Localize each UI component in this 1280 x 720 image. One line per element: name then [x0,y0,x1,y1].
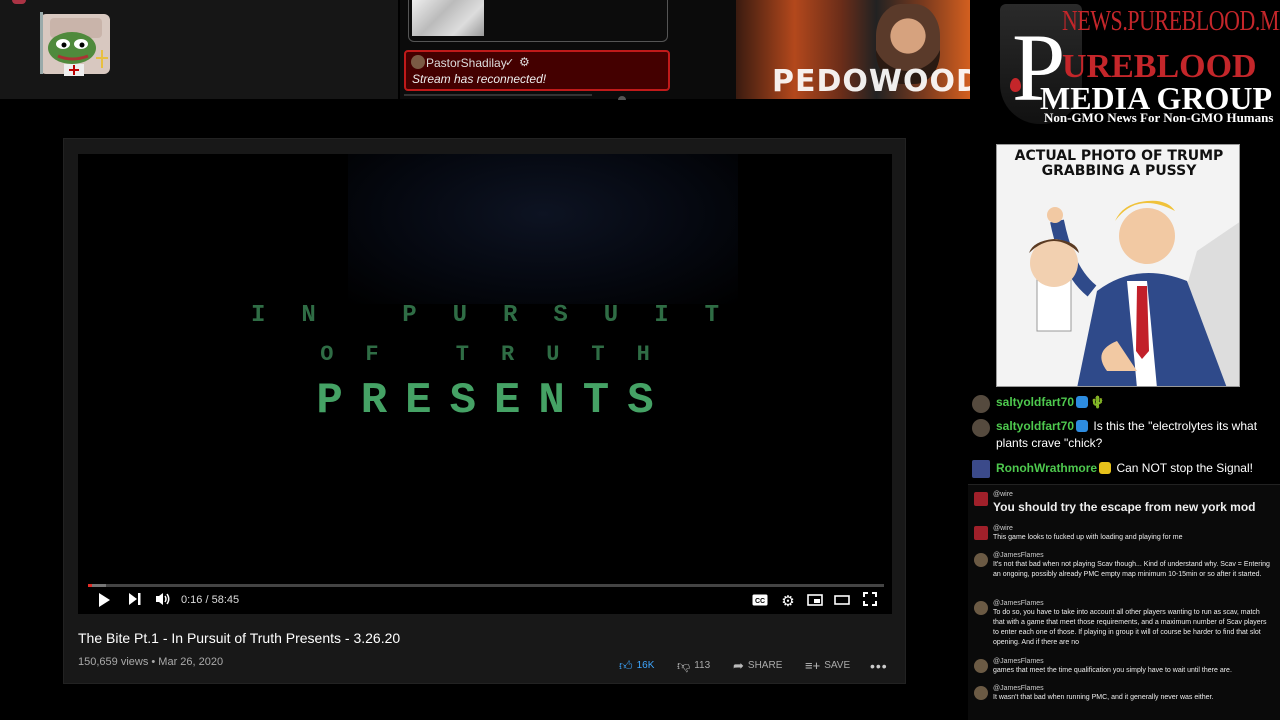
mini-chat-message: @wire You should try the escape from new… [974,490,1273,515]
emote-icon [1099,462,1112,474]
divider [404,94,592,96]
mini-chat-text: This game looks to fucked up with loadin… [993,534,1183,541]
blood-drop-icon [1010,78,1021,92]
like-button[interactable]: 👍︎ 16K [619,658,654,674]
play-button[interactable] [96,592,112,610]
video-title-card-line2: OF TRUTH [320,342,682,367]
sub-badge-icon [1076,396,1089,408]
user-avatar-icon [974,492,988,506]
thumbs-up-icon: 👍︎ [619,658,633,673]
like-count: 16K [636,660,655,671]
settings-button[interactable]: ⚙ [779,592,797,610]
mini-chat-username: @JamesFlames [993,685,1044,692]
fullscreen-button[interactable] [861,592,879,610]
svg-text:CC: CC [755,598,765,605]
sub-badge-icon [1076,420,1089,432]
volume-button[interactable] [154,592,172,610]
user-avatar-icon [974,553,988,567]
pepe-crusader-avatar [40,12,110,76]
cactus-emote-icon: 🌵 [1090,395,1105,409]
divider-dot [618,96,626,100]
more-icon: ••• [870,658,888,674]
user-avatar-icon [411,55,425,69]
mini-chat-text: To do so, you have to take into account … [993,609,1267,646]
next-button[interactable] [127,592,143,610]
mini-chat-message: @JamesFlames games that meet the time qu… [974,657,1273,676]
theater-mode-button[interactable] [833,592,851,610]
verified-check-icon: ✓ [505,57,515,69]
share-icon: ➦ [733,658,744,673]
meme-illustration [997,181,1239,386]
mini-chat-username: @JamesFlames [993,600,1044,607]
skip-next-icon [129,593,141,605]
save-button[interactable]: ≡+ SAVE [805,658,850,673]
chat-text: Can NOT stop the Signal! [1116,461,1253,475]
mini-chat-text: You should try the escape from new york … [993,500,1256,514]
video-background-glow [348,154,738,304]
mini-chat-text: It's not that bad when not playing Scav … [993,561,1270,578]
overlay-image-flames: PEDOWOOD [736,0,970,99]
miniplayer-icon [807,594,823,606]
overlay-image-text: PEDOWOOD [772,64,970,99]
more-actions-button[interactable]: ••• [870,658,888,674]
fullscreen-icon [863,592,877,606]
chat-username[interactable]: saltyoldfart70 [996,419,1074,433]
meme-image: ACTUAL PHOTO OF TRUMP GRABBING A PUSSY [996,144,1240,387]
chat-username[interactable]: RonohWrathmore [996,461,1097,475]
share-label: SHARE [747,660,783,671]
brand-tagline: Non-GMO News For Non-GMO Humans [1044,110,1274,125]
share-button[interactable]: ➦ SHARE [733,658,782,674]
reconnect-username: PastorShadilay [426,56,507,70]
mini-chat-message: @wire This game looks to fucked up with … [974,524,1273,543]
manga-thumbnail [412,0,484,36]
time-readout: 0:16 / 58:45 [181,594,240,606]
brand-url: NEWS.PUREBLOOD.MEDIA [1062,6,1280,37]
meme-caption: ACTUAL PHOTO OF TRUMP GRABBING A PUSSY [1014,148,1224,179]
mini-chat-message: @JamesFlames It wasn't that bad when run… [974,684,1273,703]
video-title[interactable]: The Bite Pt.1 - In Pursuit of Truth Pres… [78,630,400,646]
video-views-date: 150,659 views • Mar 26, 2020 [78,656,224,668]
video-title-card-line1: IN PURSUIT [250,302,756,329]
captions-button[interactable]: CC [751,592,769,610]
captions-icon: CC [752,594,768,606]
volume-icon [156,593,170,605]
dislike-button[interactable]: 👎︎ 113 [677,658,710,674]
mini-chat-text: games that meet the time qualification y… [993,667,1232,674]
reconnect-message: Stream has reconnected! [412,72,547,86]
mini-chat-username: @wire [993,525,1013,532]
mini-chat-message: @JamesFlames It's not that bad when not … [974,551,1273,580]
thumbs-down-icon: 👎︎ [677,658,691,673]
user-avatar-icon [974,659,988,673]
mini-chat-username: @JamesFlames [993,552,1044,559]
user-avatar-icon [974,686,988,700]
mini-chat-username: @JamesFlames [993,658,1044,665]
dislike-count: 113 [694,660,711,671]
crossed-swords-icon [972,460,990,478]
video-title-card-line3: PRESENTS [316,376,672,426]
chat-username[interactable]: saltyoldfart70 [996,395,1074,409]
play-icon [99,593,110,607]
top-avatar-fragment [12,0,26,4]
user-avatar-icon [974,601,988,615]
progress-bar[interactable] [88,584,884,587]
mini-chat-message: @JamesFlames To do so, you have to take … [974,599,1273,648]
gear-icon: ⚙ [781,593,795,610]
mini-chat-username: @wire [993,491,1013,498]
gear-icon: ⚙ [519,55,530,69]
playlist-add-icon: ≡+ [805,658,821,673]
user-avatar-icon [972,395,990,413]
progress-fill [88,584,92,587]
user-avatar-icon [972,419,990,437]
save-label: SAVE [824,660,851,671]
mini-chat-text: It wasn't that bad when running PMC, and… [993,694,1214,701]
video-frame[interactable]: IN PURSUIT OF TRUTH PRESENTS [78,154,892,614]
user-avatar-icon [974,526,988,540]
theater-icon [834,595,850,605]
miniplayer-button[interactable] [806,592,824,610]
